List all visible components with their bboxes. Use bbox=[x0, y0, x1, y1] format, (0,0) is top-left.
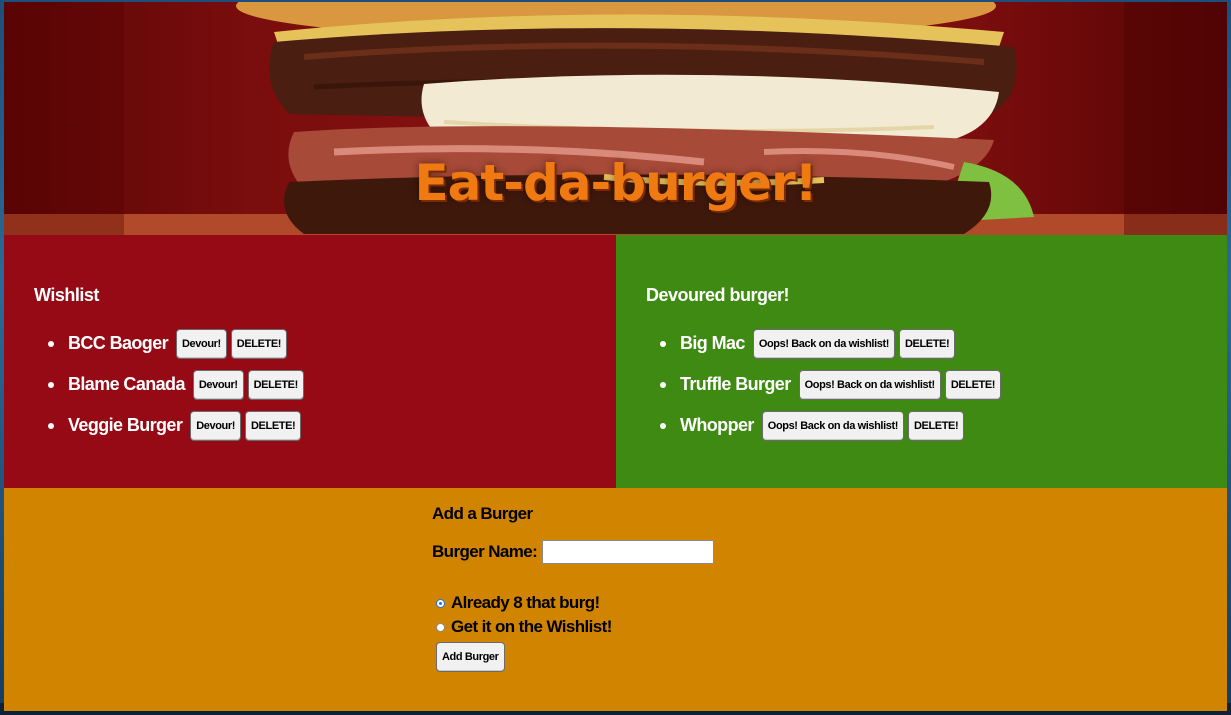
burger-name: Veggie Burger bbox=[68, 415, 183, 435]
delete-button[interactable]: DELETE! bbox=[944, 369, 1002, 400]
devoured-list: Big Mac Oops! Back on da wishlist! DELET… bbox=[646, 323, 1002, 446]
add-burger-section: Add a Burger Burger Name: Already 8 that… bbox=[4, 488, 1227, 711]
burger-name: Whopper bbox=[680, 415, 754, 435]
devour-button[interactable]: Devour! bbox=[192, 369, 244, 400]
radio-wishlist-option[interactable]: Get it on the Wishlist! bbox=[436, 617, 612, 637]
list-item: Whopper Oops! Back on da wishlist! DELET… bbox=[659, 405, 1001, 446]
delete-button[interactable]: DELETE! bbox=[245, 410, 302, 441]
delete-button[interactable]: DELETE! bbox=[899, 328, 956, 359]
burger-name-input[interactable] bbox=[542, 540, 715, 564]
list-item: Veggie Burger Devour! DELETE! bbox=[48, 405, 304, 446]
back-to-wishlist-button[interactable]: Oops! Back on da wishlist! bbox=[798, 369, 941, 400]
burger-name: BCC Baoger bbox=[68, 333, 169, 353]
devoured-panel: Devoured burger! Big Mac Oops! Back on d… bbox=[616, 235, 1227, 488]
burger-name: Blame Canada bbox=[68, 374, 185, 394]
delete-button[interactable]: DELETE! bbox=[907, 410, 965, 441]
back-to-wishlist-button[interactable]: Oops! Back on da wishlist! bbox=[761, 410, 904, 441]
add-burger-button[interactable]: Add Burger bbox=[436, 642, 505, 672]
burger-name-label: Burger Name: bbox=[432, 542, 538, 561]
devoured-heading: Devoured burger! bbox=[646, 285, 790, 305]
burger-name: Truffle Burger bbox=[680, 374, 791, 394]
delete-button[interactable]: DELETE! bbox=[247, 369, 304, 400]
delete-button[interactable]: DELETE! bbox=[230, 328, 288, 359]
hero-banner: Eat-da-burger! bbox=[4, 2, 1227, 235]
devour-button[interactable]: Devour! bbox=[190, 410, 242, 441]
radio-wishlist-label[interactable]: Get it on the Wishlist! bbox=[451, 617, 612, 637]
app-page: Eat-da-burger! Wishlist BCC Baoger Devou… bbox=[4, 2, 1227, 711]
radio-wishlist[interactable] bbox=[436, 622, 445, 632]
radio-devoured-option[interactable]: Already 8 that burg! bbox=[436, 593, 600, 613]
list-item: BCC Baoger Devour! DELETE! bbox=[48, 323, 304, 364]
back-to-wishlist-button[interactable]: Oops! Back on da wishlist! bbox=[752, 328, 895, 359]
wishlist-heading: Wishlist bbox=[34, 285, 99, 305]
list-item: Big Mac Oops! Back on da wishlist! DELET… bbox=[659, 323, 1001, 364]
page-title: Eat-da-burger! bbox=[414, 153, 817, 212]
form-title: Add a Burger bbox=[432, 504, 533, 523]
burger-name: Big Mac bbox=[680, 333, 745, 353]
radio-devoured[interactable] bbox=[436, 598, 445, 608]
list-item: Blame Canada Devour! DELETE! bbox=[48, 364, 304, 405]
devour-button[interactable]: Devour! bbox=[176, 328, 227, 359]
radio-devoured-label[interactable]: Already 8 that burg! bbox=[451, 593, 600, 613]
burger-name-row: Burger Name: bbox=[432, 540, 715, 564]
list-item: Truffle Burger Oops! Back on da wishlist… bbox=[659, 364, 1002, 405]
wishlist-panel: Wishlist BCC Baoger Devour! DELETE! Blam… bbox=[4, 235, 616, 488]
wishlist-list: BCC Baoger Devour! DELETE! Blame Canada … bbox=[34, 323, 304, 446]
